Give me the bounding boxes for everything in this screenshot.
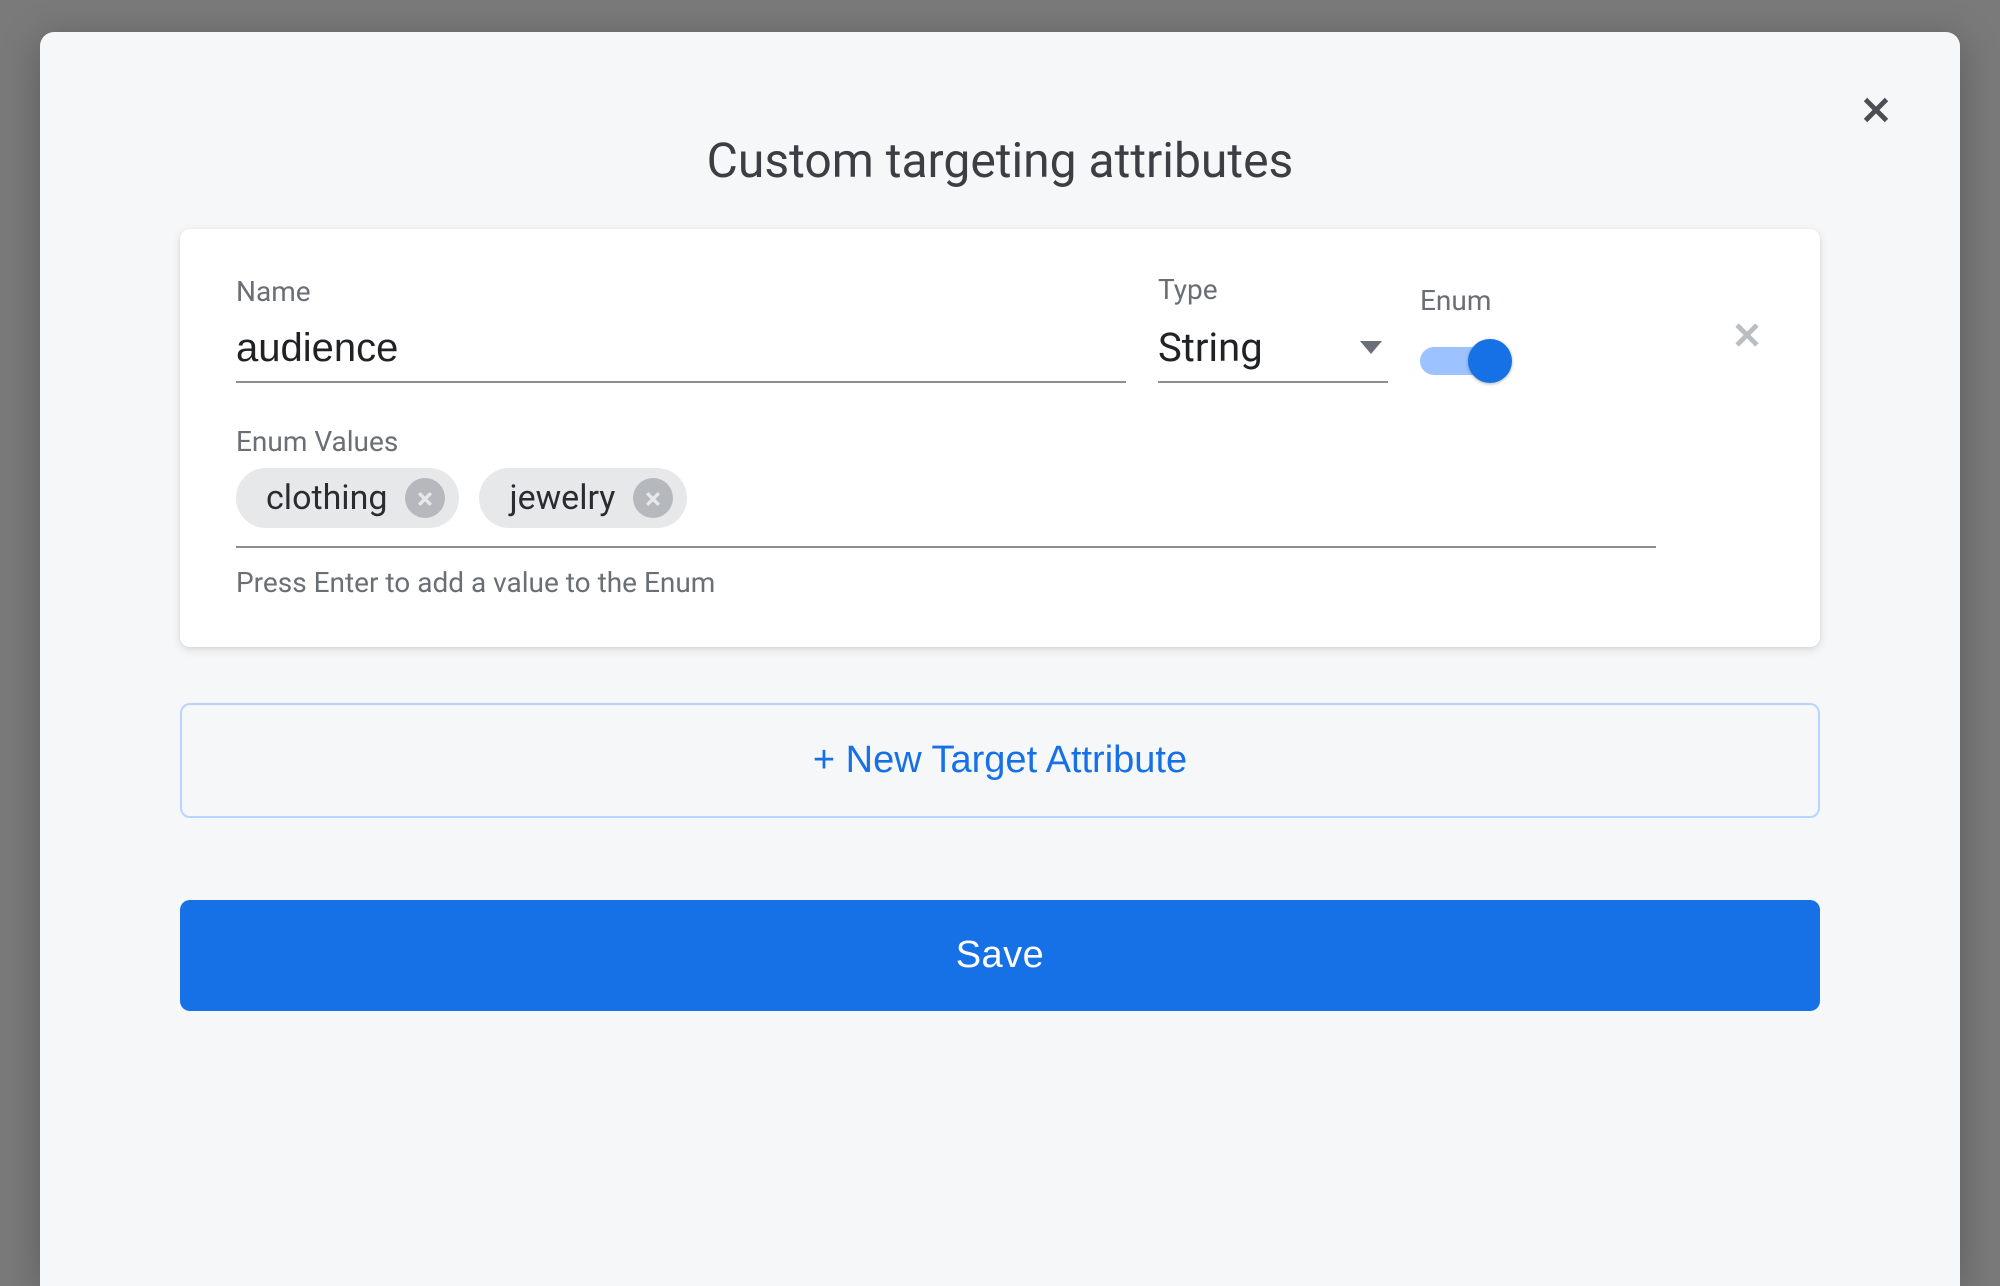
type-select[interactable]: String xyxy=(1158,318,1388,383)
close-icon xyxy=(415,478,435,518)
attribute-card: Name Type String Enum xyxy=(180,229,1820,647)
name-input[interactable] xyxy=(236,320,1126,383)
name-field: Name xyxy=(236,275,1126,383)
chip-remove-button[interactable] xyxy=(633,478,673,518)
type-field: Type String xyxy=(1158,273,1388,383)
enum-values-input[interactable]: clothing jewelry xyxy=(236,458,1656,548)
close-icon xyxy=(643,478,663,518)
enum-chip: clothing xyxy=(236,468,459,528)
save-button[interactable]: Save xyxy=(180,900,1820,1011)
enum-values-section: Enum Values clothing jewelry xyxy=(236,425,1764,599)
new-target-attribute-button[interactable]: + New Target Attribute xyxy=(180,703,1820,818)
enum-chip: jewelry xyxy=(479,468,687,528)
enum-field: Enum xyxy=(1420,284,1560,383)
chevron-down-icon xyxy=(1360,341,1382,354)
enum-label: Enum xyxy=(1420,284,1491,317)
type-select-value: String xyxy=(1158,324,1263,371)
toggle-knob xyxy=(1468,339,1512,383)
custom-targeting-modal: Custom targeting attributes Name Type St… xyxy=(40,32,1960,1286)
remove-attribute-button[interactable] xyxy=(1730,318,1764,356)
enum-values-label: Enum Values xyxy=(236,425,398,458)
background-page xyxy=(0,0,40,1286)
enum-hint: Press Enter to add a value to the Enum xyxy=(236,566,1764,599)
enum-toggle[interactable] xyxy=(1420,339,1512,383)
close-button[interactable] xyxy=(1852,88,1900,136)
close-icon xyxy=(1858,92,1894,132)
modal-title: Custom targeting attributes xyxy=(40,132,1960,189)
name-label: Name xyxy=(236,275,1126,308)
attribute-row: Name Type String Enum xyxy=(236,273,1764,383)
chip-remove-button[interactable] xyxy=(405,478,445,518)
modal-content: Name Type String Enum xyxy=(40,189,1960,1071)
type-label: Type xyxy=(1158,273,1388,306)
chip-label: jewelry xyxy=(509,478,615,518)
close-icon xyxy=(1730,337,1764,356)
chip-label: clothing xyxy=(266,478,387,518)
